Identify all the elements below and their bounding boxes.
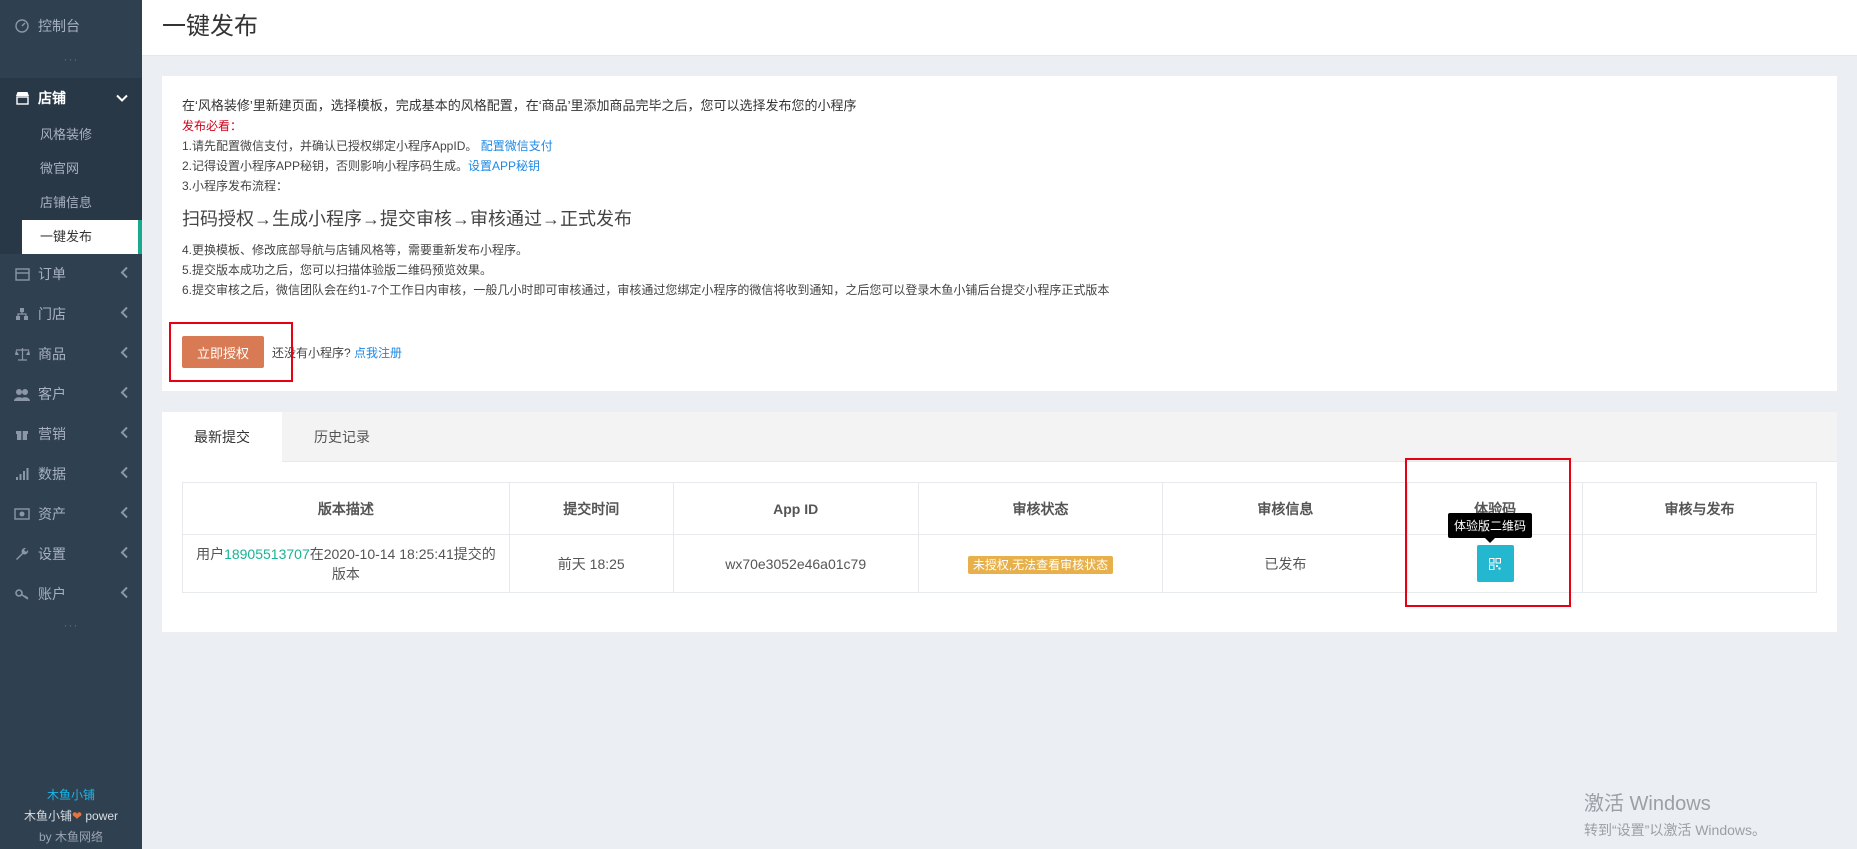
sidebar-item-label: 控制台 bbox=[38, 18, 80, 34]
step-1: 1.请先配置微信支付，并确认已授权绑定小程序AppID。 配置微信支付 bbox=[182, 139, 553, 153]
windows-watermark: 激活 Windows 转到“设置”以激活 Windows。 bbox=[1584, 793, 1767, 838]
highlight-box-qr bbox=[1405, 458, 1571, 607]
register-link[interactable]: 点我注册 bbox=[354, 346, 402, 360]
step-5: 5.提交版本成功之后，您可以扫描体验版二维码预览效果。 bbox=[182, 263, 493, 277]
sidebar-item-label: 资产 bbox=[38, 506, 66, 522]
intro-text: 在‘风格装修’里新建页面，选择模板，完成基本的风格配置，在‘商品’里添加商品完毕… bbox=[182, 98, 857, 113]
chevron-left-icon bbox=[120, 586, 128, 602]
step-2: 2.记得设置小程序APP秘钥，否则影响小程序码生成。设置APP秘钥 bbox=[182, 159, 541, 173]
cell-appid: wx70e3052e46a01c79 bbox=[672, 534, 919, 593]
must-read-label: 发布必看： bbox=[182, 119, 243, 133]
chevron-left-icon bbox=[120, 426, 128, 442]
chart-icon bbox=[14, 466, 30, 482]
sidebar-item-label: 数据 bbox=[38, 466, 66, 482]
brand-name: 木鱼小铺 bbox=[46, 788, 95, 802]
chevron-down-icon bbox=[116, 91, 128, 106]
scale-icon bbox=[14, 346, 30, 362]
sidebar-item-store[interactable]: 店铺 bbox=[0, 78, 142, 118]
sidebar-item-money[interactable]: 资产 bbox=[0, 494, 142, 534]
tab-bar: 最新提交 历史记录 bbox=[162, 412, 1837, 462]
chevron-left-icon bbox=[120, 386, 128, 402]
page-title: 一键发布 bbox=[162, 13, 258, 40]
chevron-left-icon bbox=[120, 266, 128, 282]
sidebar-separator: ··· bbox=[63, 52, 79, 66]
cell-publish bbox=[1582, 534, 1817, 593]
step-3: 3.小程序发布流程： bbox=[182, 179, 289, 193]
dashboard-icon bbox=[14, 18, 30, 34]
tab-latest[interactable]: 最新提交 bbox=[162, 412, 282, 462]
col-header-status: 审核状态 bbox=[917, 482, 1164, 535]
heart-icon: ❤ bbox=[71, 809, 83, 823]
step-6: 6.提交审核之后，微信团队会在约1-7个工作日内审核，一般几小时即可审核通过，审… bbox=[182, 283, 1110, 297]
sidebar-item-scale[interactable]: 商品 bbox=[0, 334, 142, 374]
table-row: 用户18905513707在2020-10-14 18:25:41提交的版本 前… bbox=[182, 534, 1817, 593]
sidebar: 控制台 ··· 店铺 风格装修 微官网 店铺信息 一键发布 订单门店商品客户营销… bbox=[0, 0, 142, 849]
sidebar-subitem-microsite[interactable]: 微官网 bbox=[0, 152, 142, 186]
cell-status: 未授权,无法查看审核状态 bbox=[917, 534, 1164, 593]
chevron-left-icon bbox=[120, 306, 128, 322]
sidebar-item-users[interactable]: 客户 bbox=[0, 374, 142, 414]
sidebar-footer: 木鱼小铺 木鱼小铺❤ power by 木鱼网络 bbox=[0, 786, 142, 849]
sidebar-item-order[interactable]: 订单 bbox=[0, 254, 142, 294]
cell-info: 已发布 bbox=[1162, 534, 1409, 593]
sidebar-item-key[interactable]: 账户 bbox=[0, 574, 142, 614]
col-header-desc: 版本描述 bbox=[182, 482, 510, 535]
chevron-left-icon bbox=[120, 546, 128, 562]
sidebar-submenu: 风格装修 微官网 店铺信息 一键发布 bbox=[0, 118, 142, 254]
versions-table: 版本描述 提交时间 App ID 审核状态 审核信息 体验码 审核与发布 用户1… bbox=[182, 482, 1817, 593]
chevron-left-icon bbox=[120, 346, 128, 362]
cell-desc: 用户18905513707在2020-10-14 18:25:41提交的版本 bbox=[182, 534, 510, 593]
config-wechat-pay-link[interactable]: 配置微信支付 bbox=[481, 139, 553, 153]
sidebar-item-label: 设置 bbox=[38, 546, 66, 562]
step-4: 4.更换模板、修改底部导航与店铺风格等，需要重新发布小程序。 bbox=[182, 243, 529, 257]
publish-flow: 扫码授权→生成小程序→提交审核→审核通过→正式发布 bbox=[182, 209, 632, 229]
sidebar-item-label: 店铺 bbox=[38, 90, 66, 106]
versions-panel: 最新提交 历史记录 版本描述 提交时间 App ID 审核状态 审核信息 体验码… bbox=[162, 412, 1837, 632]
gift-icon bbox=[14, 426, 30, 442]
power-line: 木鱼小铺❤ power bbox=[23, 809, 119, 823]
users-icon bbox=[14, 386, 30, 402]
sidebar-separator: ··· bbox=[63, 618, 79, 632]
chevron-left-icon bbox=[120, 466, 128, 482]
sidebar-subitem-store-info[interactable]: 店铺信息 bbox=[0, 186, 142, 220]
by-line: by 木鱼网络 bbox=[38, 830, 103, 844]
sidebar-item-label: 订单 bbox=[38, 266, 66, 282]
sidebar-subitem-style[interactable]: 风格装修 bbox=[0, 118, 142, 152]
sidebar-item-label: 账户 bbox=[38, 586, 66, 602]
key-icon bbox=[14, 586, 30, 602]
tab-history[interactable]: 历史记录 bbox=[282, 412, 402, 462]
publish-instructions: 在‘风格装修’里新建页面，选择模板，完成基本的风格配置，在‘商品’里添加商品完毕… bbox=[182, 96, 1109, 300]
sidebar-item-wrench[interactable]: 设置 bbox=[0, 534, 142, 574]
col-header-appid: App ID bbox=[672, 482, 919, 535]
col-header-publish: 审核与发布 bbox=[1582, 482, 1817, 535]
user-phone-link[interactable]: 18905513707 bbox=[224, 546, 310, 562]
table-header-row: 版本描述 提交时间 App ID 审核状态 审核信息 体验码 审核与发布 bbox=[182, 482, 1817, 535]
col-header-time: 提交时间 bbox=[508, 482, 674, 535]
sidebar-item-chart[interactable]: 数据 bbox=[0, 454, 142, 494]
sidebar-item-dashboard[interactable]: 控制台 bbox=[0, 0, 142, 52]
chevron-left-icon bbox=[120, 506, 128, 522]
sidebar-item-label: 客户 bbox=[38, 386, 66, 402]
col-header-info: 审核信息 bbox=[1162, 482, 1409, 535]
sidebar-item-label: 门店 bbox=[38, 306, 66, 322]
sidebar-subitem-publish[interactable]: 一键发布 bbox=[22, 220, 142, 254]
publish-info-panel: 在‘风格装修’里新建页面，选择模板，完成基本的风格配置，在‘商品’里添加商品完毕… bbox=[162, 76, 1837, 391]
money-icon bbox=[14, 506, 30, 522]
sidebar-item-label: 营销 bbox=[38, 426, 66, 442]
sidebar-item-branch[interactable]: 门店 bbox=[0, 294, 142, 334]
set-app-secret-link[interactable]: 设置APP秘钥 bbox=[468, 159, 540, 173]
order-icon bbox=[14, 266, 30, 282]
store-icon bbox=[14, 90, 30, 106]
page-header: 一键发布 bbox=[142, 0, 1857, 56]
sidebar-item-label: 商品 bbox=[38, 346, 66, 362]
cell-time: 前天 18:25 bbox=[508, 534, 674, 593]
branch-icon bbox=[14, 306, 30, 322]
wrench-icon bbox=[14, 546, 30, 562]
status-badge: 未授权,无法查看审核状态 bbox=[967, 555, 1114, 574]
sidebar-item-gift[interactable]: 营销 bbox=[0, 414, 142, 454]
highlight-box-authorize bbox=[169, 322, 293, 382]
